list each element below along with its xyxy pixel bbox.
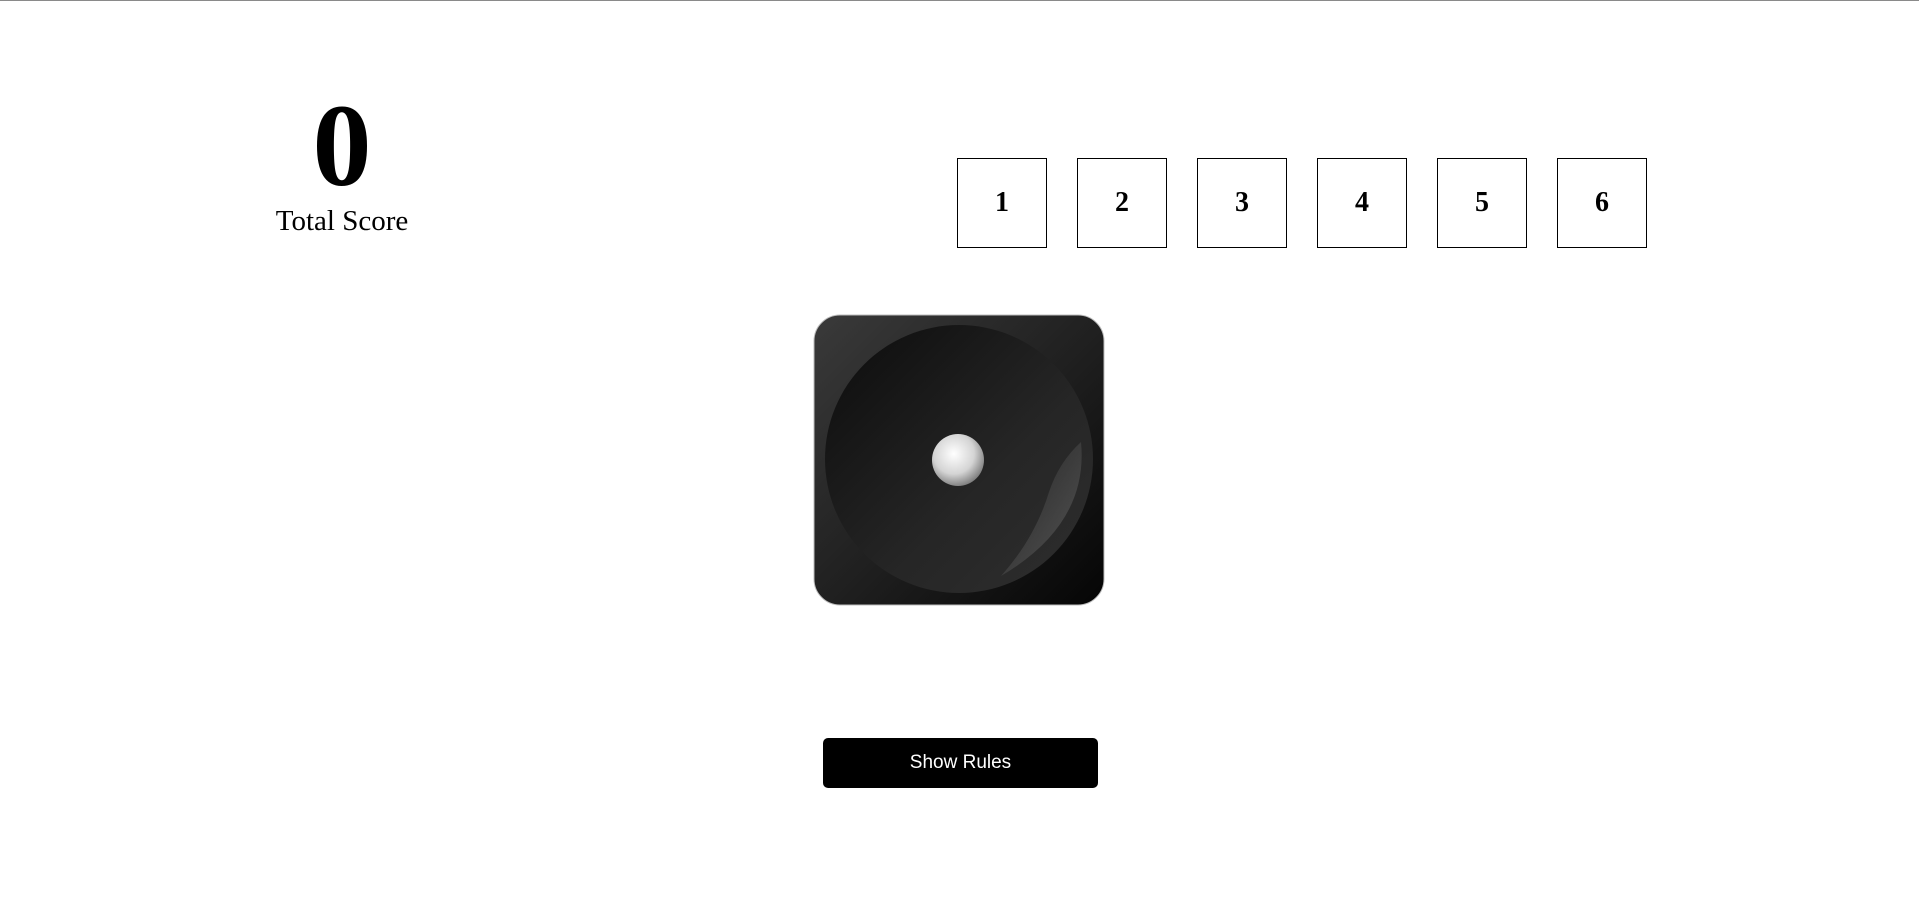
choice-box-3[interactable]: 3 — [1197, 158, 1287, 248]
top-border — [0, 0, 1919, 1]
choice-box-4[interactable]: 4 — [1317, 158, 1407, 248]
dice-icon[interactable] — [813, 314, 1105, 606]
choice-box-2[interactable]: 2 — [1077, 158, 1167, 248]
total-score-label: Total Score — [275, 205, 409, 237]
show-rules-button[interactable]: Show Rules — [823, 738, 1098, 788]
choice-box-1[interactable]: 1 — [957, 158, 1047, 248]
total-score-value: 0 — [312, 80, 372, 211]
choice-box-5[interactable]: 5 — [1437, 158, 1527, 248]
number-choice-row: 1 2 3 4 5 6 — [957, 158, 1647, 248]
score-panel: 0 Total Score — [250, 80, 434, 238]
choice-box-6[interactable]: 6 — [1557, 158, 1647, 248]
die-pip — [932, 434, 984, 486]
